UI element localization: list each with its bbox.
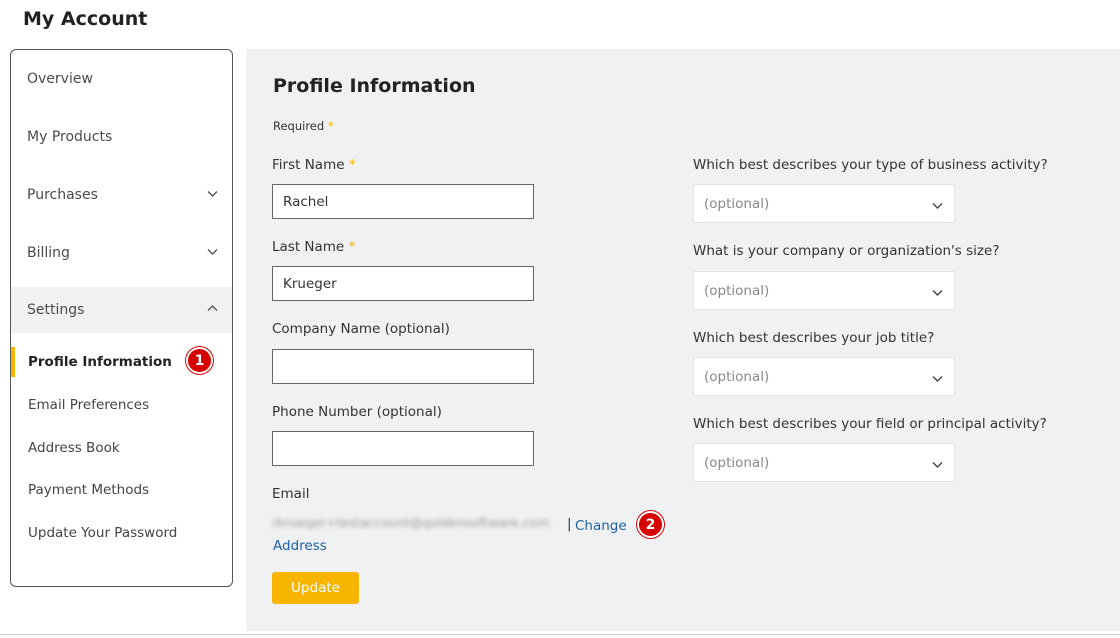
page-title: My Account (23, 8, 148, 30)
first-name-label: First Name * (272, 157, 356, 173)
phone-number-label: Phone Number (optional) (272, 404, 442, 420)
sidebar-item-label: Email Preferences (28, 397, 150, 413)
sidebar-item-update-password[interactable]: Update Your Password (11, 518, 232, 548)
chevron-down-icon (932, 376, 943, 382)
sidebar-item-label: Profile Information (28, 354, 172, 370)
account-sidebar: Overview My Products Purchases Billing S… (10, 49, 233, 587)
select-value: (optional) (704, 195, 770, 212)
sidebar-item-label: Settings (27, 302, 85, 318)
sidebar-item-address-book[interactable]: Address Book (11, 433, 232, 463)
select-value: (optional) (704, 454, 770, 471)
section-title: Profile Information (273, 75, 476, 97)
sidebar-item-label: Overview (27, 71, 93, 87)
sidebar-item-label: Address Book (28, 440, 120, 456)
select-value: (optional) (704, 368, 770, 385)
chevron-down-icon (207, 249, 218, 255)
required-note: Required * (273, 119, 334, 133)
sidebar-item-label: Update Your Password (28, 525, 178, 541)
company-name-label: Company Name (optional) (272, 321, 450, 337)
sidebar-item-overview[interactable]: Overview (11, 56, 232, 102)
sidebar-item-payment-methods[interactable]: Payment Methods (11, 475, 232, 505)
required-mark: * (327, 119, 334, 133)
chevron-down-icon (207, 191, 218, 197)
sidebar-item-label: Payment Methods (28, 482, 150, 498)
select-value: (optional) (704, 282, 770, 299)
company-size-select[interactable]: (optional) (693, 271, 955, 310)
first-name-field[interactable]: Rachel (272, 184, 534, 219)
job-title-label: Which best describes your job title? (693, 330, 935, 346)
sidebar-item-label: Purchases (27, 187, 98, 203)
company-name-field[interactable] (272, 349, 534, 384)
business-activity-select[interactable]: (optional) (693, 184, 955, 223)
sidebar-item-settings[interactable]: Settings (11, 287, 232, 333)
field-activity-select[interactable]: (optional) (693, 443, 955, 482)
job-title-select[interactable]: (optional) (693, 357, 955, 396)
company-size-label: What is your company or organization's s… (693, 243, 1000, 259)
phone-number-field[interactable] (272, 431, 534, 466)
step-badge-2: 2 (637, 511, 664, 538)
email-label: Email (272, 486, 310, 502)
sidebar-item-label: My Products (27, 129, 113, 145)
sidebar-item-my-products[interactable]: My Products (11, 114, 232, 160)
divider (0, 634, 1120, 635)
sidebar-item-email-preferences[interactable]: Email Preferences (11, 390, 232, 420)
business-activity-label: Which best describes your type of busine… (693, 157, 1048, 173)
profile-panel: Profile Information Required * First Nam… (246, 49, 1120, 631)
last-name-field[interactable]: Krueger (272, 266, 534, 301)
sidebar-item-purchases[interactable]: Purchases (11, 172, 232, 218)
change-address-link[interactable]: Change Address (273, 516, 627, 556)
last-name-label: Last Name * (272, 239, 356, 255)
field-activity-label: Which best describes your field or princ… (693, 416, 1047, 432)
chevron-down-icon (932, 203, 943, 209)
sidebar-item-billing[interactable]: Billing (11, 230, 232, 276)
step-badge-1: 1 (186, 347, 213, 374)
chevron-down-icon (932, 290, 943, 296)
sidebar-item-label: Billing (27, 245, 70, 261)
chevron-up-icon (207, 305, 218, 311)
chevron-down-icon (932, 462, 943, 468)
update-button[interactable]: Update (272, 572, 359, 604)
